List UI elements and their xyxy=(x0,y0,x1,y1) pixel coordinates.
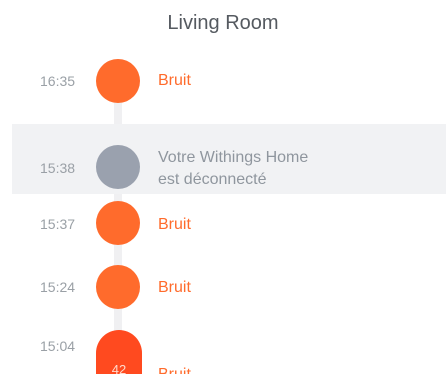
noise-event-dot xyxy=(96,265,140,309)
event-label: Votre Withings Home est déconnecté xyxy=(158,147,308,191)
event-time: 15:24 xyxy=(40,279,76,295)
noise-event-dot xyxy=(96,201,140,245)
app-window: Living Room 16:35 Bruit 15:38 Votre With… xyxy=(0,0,446,374)
event-label: Bruit xyxy=(158,72,191,89)
event-label: Bruit xyxy=(158,366,191,374)
event-label: Bruit xyxy=(158,216,191,233)
noise-level-value: 42 xyxy=(111,362,127,374)
noise-event-dot xyxy=(96,59,140,103)
event-time: 16:35 xyxy=(40,73,76,89)
timeline-event-3[interactable]: 15:37 Bruit xyxy=(0,198,446,248)
event-label: Bruit xyxy=(158,279,191,296)
disconnect-event-dot xyxy=(96,145,140,189)
event-time: 15:38 xyxy=(40,160,76,176)
event-label-line-1: Votre Withings Home xyxy=(158,149,309,166)
noise-level-pill: 42 xyxy=(96,330,142,374)
timeline-event-4[interactable]: 15:24 Bruit xyxy=(0,262,446,312)
timeline-event-2[interactable]: 15:38 Votre Withings Home est déconnecté xyxy=(0,142,446,192)
event-label-line-2: est déconnecté xyxy=(158,171,267,188)
timeline-event-5[interactable]: 15:04 xyxy=(0,330,446,374)
timeline-event-1[interactable]: 16:35 Bruit xyxy=(0,56,446,106)
page-title: Living Room xyxy=(167,12,279,34)
event-time: 15:04 xyxy=(40,338,76,354)
event-time: 15:37 xyxy=(40,216,76,232)
